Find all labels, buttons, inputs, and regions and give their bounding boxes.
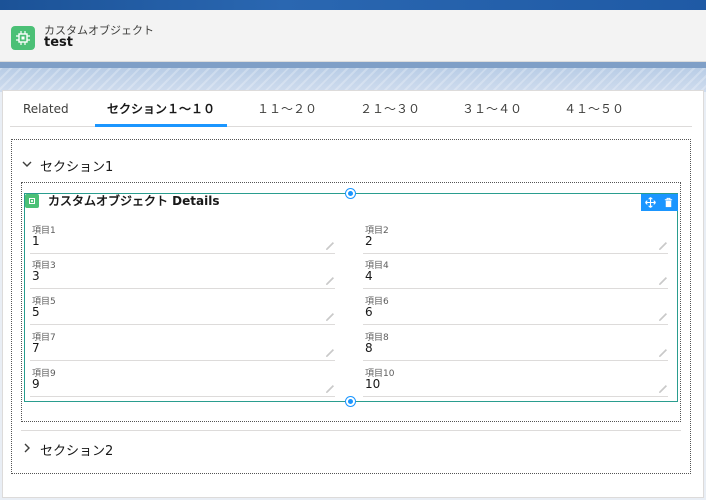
background-band (0, 62, 706, 92)
field-item-8: 項目8 8 (363, 328, 668, 361)
section-header-2[interactable]: セクション2 (22, 439, 113, 459)
move-icon[interactable] (641, 194, 659, 211)
field-item-10: 項目10 10 (363, 364, 668, 397)
field-value: 7 (32, 341, 40, 355)
tab-31-40[interactable]: ３１～４０ (462, 96, 522, 127)
field-value: 6 (365, 305, 373, 319)
field-value: 10 (365, 377, 381, 391)
record-header: カスタムオブジェクト test (0, 10, 706, 62)
pencil-icon[interactable] (658, 236, 668, 250)
field-value: 2 (365, 234, 373, 248)
field-item-7: 項目7 7 (30, 328, 335, 361)
pencil-icon[interactable] (325, 343, 335, 357)
resize-handle-bottom[interactable] (346, 397, 355, 406)
section-divider (21, 430, 681, 431)
field-item-9: 項目9 9 (30, 364, 335, 397)
pencil-icon[interactable] (325, 236, 335, 250)
pencil-icon[interactable] (325, 379, 335, 393)
tab-bar: Related セクション１～１０ １１～２０ ２１～３０ ３１～４０ ４１～５… (10, 96, 692, 127)
field-item-4: 項目4 4 (363, 256, 668, 289)
field-item-5: 項目5 5 (30, 292, 335, 325)
component-toolbar (641, 194, 678, 211)
top-strip (0, 0, 706, 10)
field-item-2: 項目2 2 (363, 221, 668, 254)
tab-related[interactable]: Related (23, 96, 69, 127)
tab-21-30[interactable]: ２１～３０ (360, 96, 420, 127)
field-value: 3 (32, 269, 40, 283)
pencil-icon[interactable] (325, 307, 335, 321)
pencil-icon[interactable] (325, 271, 335, 285)
field-value: 4 (365, 269, 373, 283)
tab-41-50[interactable]: ４１～５０ (564, 96, 624, 127)
custom-object-icon (11, 26, 35, 50)
delete-icon[interactable] (659, 194, 677, 211)
pencil-icon[interactable] (658, 379, 668, 393)
tab-section-1-10[interactable]: セクション１～１０ (107, 96, 215, 127)
section-title: セクション2 (40, 443, 114, 459)
section-title: セクション1 (40, 159, 114, 175)
field-value: 1 (32, 234, 40, 248)
record-name: test (44, 35, 73, 50)
field-item-3: 項目3 3 (30, 256, 335, 289)
field-item-1: 項目1 1 (30, 221, 335, 254)
custom-object-icon (25, 194, 39, 208)
pencil-icon[interactable] (658, 271, 668, 285)
active-tab-indicator (95, 124, 227, 127)
field-value: 8 (365, 341, 373, 355)
field-value: 5 (32, 305, 40, 319)
tab-11-20[interactable]: １１～２０ (257, 96, 317, 127)
field-value: 9 (32, 377, 40, 391)
field-item-6: 項目6 6 (363, 292, 668, 325)
pencil-icon[interactable] (658, 343, 668, 357)
chevron-right-icon (22, 442, 32, 457)
resize-handle-top[interactable] (346, 189, 355, 198)
section-header-1[interactable]: セクション1 (22, 155, 113, 175)
chevron-down-icon (22, 158, 32, 173)
pencil-icon[interactable] (658, 307, 668, 321)
details-title: カスタムオブジェクト Details (48, 194, 220, 208)
